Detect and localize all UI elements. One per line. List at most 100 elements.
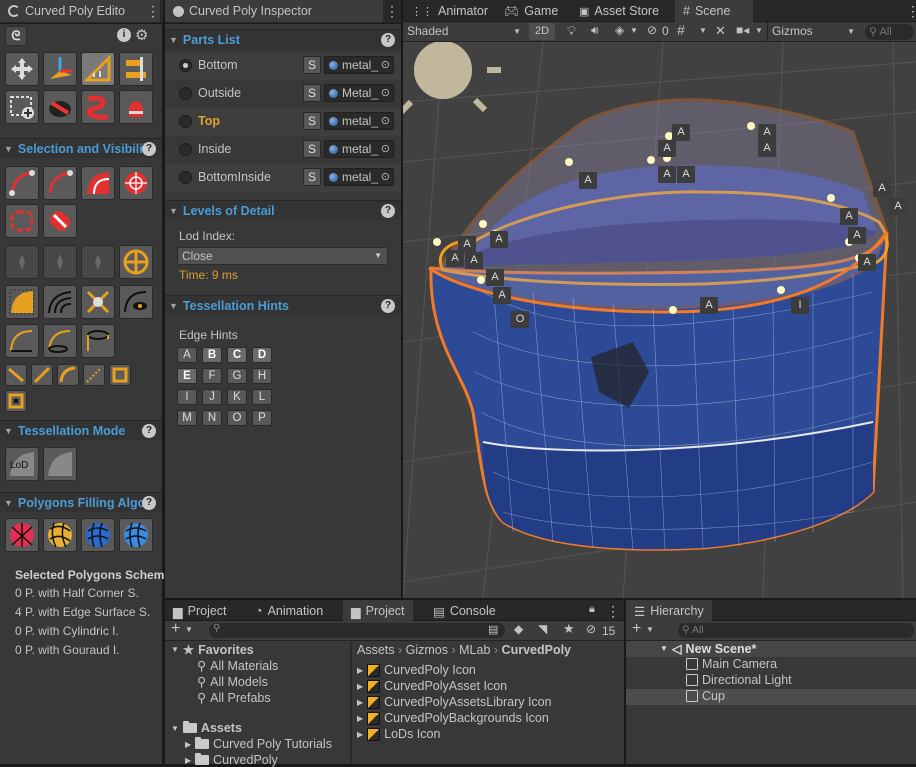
chevron-down-icon[interactable]: ▼: [755, 26, 763, 35]
small-tool-5[interactable]: [109, 364, 131, 386]
tab-curved-poly-editor[interactable]: Curved Poly Edito: [0, 0, 160, 22]
breadcrumb-item[interactable]: CurvedPoly: [502, 643, 571, 657]
menu-kebab-icon[interactable]: ⋮: [606, 603, 620, 620]
part-radio[interactable]: [179, 143, 192, 156]
lock-icon[interactable]: 🔒︎: [589, 603, 595, 616]
tab-scene[interactable]: # Scene: [675, 0, 753, 22]
part-row-top[interactable]: Top S metal_ ⊙: [165, 108, 401, 136]
tab-console[interactable]: ▤ Console: [425, 600, 504, 622]
solo-button[interactable]: S: [303, 140, 321, 158]
select-sphere-button[interactable]: [119, 166, 153, 200]
solo-button[interactable]: S: [303, 168, 321, 186]
lod-mode-button[interactable]: LoD: [5, 447, 39, 481]
edge-hint-l[interactable]: L: [252, 389, 272, 405]
levels-of-detail-header[interactable]: ▼ Levels of Detail?: [165, 200, 401, 220]
part-row-outside[interactable]: Outside S Metal_ ⊙: [165, 80, 401, 108]
chevron-down-icon[interactable]: ▼: [699, 26, 707, 35]
breadcrumb-item[interactable]: MLab: [459, 643, 490, 657]
edge-hint-j[interactable]: J: [202, 389, 222, 405]
select-edge-button[interactable]: [5, 166, 39, 200]
selected-row[interactable]: [626, 689, 916, 705]
lod-index-dropdown[interactable]: Close ▼: [177, 247, 388, 265]
material-field[interactable]: Metal_ ⊙: [324, 84, 394, 102]
edge-hint-p[interactable]: P: [252, 410, 272, 426]
selection-visibility-header[interactable]: ▼ Selection and Visibility?: [0, 138, 162, 158]
object-picker-icon[interactable]: ⊙: [381, 169, 390, 185]
pivot-tool-button[interactable]: [43, 52, 77, 86]
breadcrumb-item[interactable]: Gizmos: [406, 643, 448, 657]
asset-folder[interactable]: ▶ Curved Poly Tutorials: [185, 737, 332, 751]
menu-kebab-icon[interactable]: ⋮: [906, 3, 916, 20]
part-radio[interactable]: [179, 59, 192, 72]
fill-half-corner-button[interactable]: [5, 518, 39, 552]
edge-hint-k[interactable]: K: [227, 389, 247, 405]
menu-kebab-icon[interactable]: ⋮: [385, 3, 399, 20]
grid-toggle-icon[interactable]: #: [677, 22, 685, 38]
small-tool-3[interactable]: [57, 364, 79, 386]
dashed-corner-button[interactable]: [5, 285, 39, 319]
tab-curved-poly-inspector[interactable]: Curved Poly Inspector: [165, 0, 383, 22]
part-radio[interactable]: [179, 87, 192, 100]
part-row-bottominside[interactable]: BottomInside S metal_ ⊙: [165, 164, 401, 192]
edge-hint-n[interactable]: N: [202, 410, 222, 426]
solo-button[interactable]: S: [303, 112, 321, 130]
tab-hierarchy[interactable]: ☰ Hierarchy: [626, 600, 712, 622]
favorites-node[interactable]: ▼ ★ Favorites: [171, 642, 254, 658]
edge-hint-h[interactable]: H: [252, 368, 272, 384]
part-row-bottom[interactable]: Bottom S metal_ ⊙: [165, 52, 401, 80]
favorite-item[interactable]: ⚲ All Prefabs: [197, 690, 271, 706]
measure-tool-button[interactable]: [81, 52, 115, 86]
hierarchy-item[interactable]: Directional Light: [686, 673, 792, 687]
object-picker-icon[interactable]: ⊙: [381, 141, 390, 157]
file-item[interactable]: ▶ LoDs Icon: [357, 727, 440, 741]
hierarchy-search-input[interactable]: ⚲ All: [678, 623, 914, 638]
edge-hint-i[interactable]: I: [177, 389, 197, 405]
tab-project[interactable]: ▆ Project: [165, 600, 235, 622]
small-tool-2[interactable]: [31, 364, 53, 386]
polygons-filling-header[interactable]: ▼ Polygons Filling Algor?: [0, 492, 162, 512]
favorite-star-icon[interactable]: ★: [563, 621, 575, 637]
add-point-button[interactable]: [119, 245, 153, 279]
bezier-b-button[interactable]: [43, 324, 77, 358]
bezier-c-button[interactable]: [81, 324, 115, 358]
scene-viewport[interactable]: [403, 42, 916, 598]
move-tool-button[interactable]: [5, 52, 39, 86]
part-radio[interactable]: [179, 115, 192, 128]
bezier-a-button[interactable]: [5, 324, 39, 358]
settings-gear-icon[interactable]: ⚙: [135, 26, 148, 44]
tools-icon[interactable]: ✕: [715, 23, 726, 39]
scene-node[interactable]: ▼ ◁ New Scene*: [660, 641, 756, 657]
info-icon[interactable]: i: [117, 28, 131, 42]
project-splitter[interactable]: [350, 642, 352, 764]
part-radio[interactable]: [179, 171, 192, 184]
edge-hint-a[interactable]: A: [177, 347, 197, 363]
edge-hint-b[interactable]: B: [202, 347, 222, 363]
edge-hint-e[interactable]: E: [177, 368, 197, 384]
material-field[interactable]: metal_ ⊙: [324, 168, 394, 186]
object-picker-icon[interactable]: ⊙: [381, 57, 390, 73]
help-icon[interactable]: ?: [381, 299, 395, 313]
object-picker-icon[interactable]: ⊙: [381, 85, 390, 101]
edge-hint-f[interactable]: F: [202, 368, 222, 384]
solo-button[interactable]: S: [303, 84, 321, 102]
edge-hint-m[interactable]: M: [177, 410, 197, 426]
create-plus-button[interactable]: +: [171, 620, 180, 638]
part-row-inside[interactable]: Inside S metal_ ⊙: [165, 136, 401, 164]
paint-tool-button[interactable]: [43, 90, 77, 124]
material-field[interactable]: metal_ ⊙: [324, 140, 394, 158]
breadcrumb-item[interactable]: Assets: [357, 643, 395, 657]
split-tool-button[interactable]: [81, 285, 115, 319]
hidden-objects-icon[interactable]: ⊘: [647, 23, 657, 37]
small-tool-1[interactable]: [5, 364, 27, 386]
create-plus-button[interactable]: +: [632, 620, 641, 638]
shading-mode-dropdown[interactable]: Shaded ▼: [403, 22, 525, 41]
align-tool-button[interactable]: [119, 52, 153, 86]
help-icon[interactable]: ?: [142, 424, 156, 438]
camera-icon[interactable]: ■◂: [736, 23, 749, 37]
object-picker-icon[interactable]: ⊙: [381, 113, 390, 129]
label-icon[interactable]: ◥: [538, 622, 547, 636]
add-poly-button[interactable]: [5, 90, 39, 124]
effects-icon[interactable]: ◈: [615, 23, 624, 37]
scene-search-input[interactable]: ⚲ All: [865, 24, 914, 40]
edge-hint-c[interactable]: C: [227, 347, 247, 363]
